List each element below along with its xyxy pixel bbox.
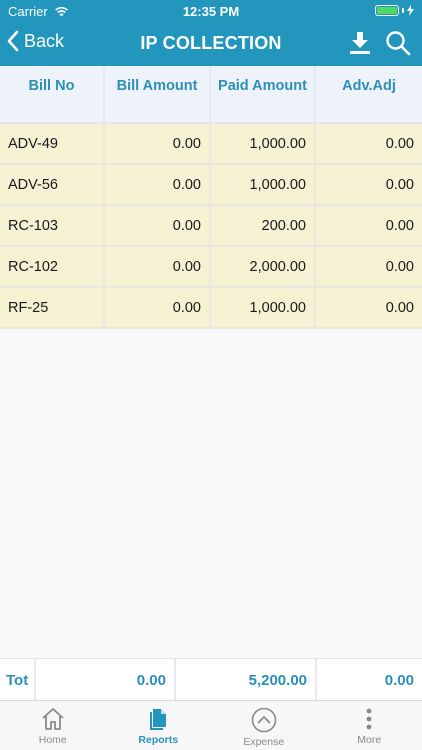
tab-home-label: Home bbox=[38, 734, 67, 746]
collection-table: Bill No Bill Amount Paid Amount Adv.Adj … bbox=[0, 66, 422, 329]
cell-bill-no: RF-25 bbox=[0, 288, 105, 327]
back-button[interactable]: Back bbox=[6, 30, 64, 52]
cell-bill-no: RC-103 bbox=[0, 206, 105, 245]
cell-paid-amount: 2,000.00 bbox=[211, 247, 316, 286]
cell-adv-adj: 0.00 bbox=[385, 135, 414, 152]
cell-adv-adj: 0.00 bbox=[385, 217, 414, 234]
cell-bill-amount: 0.00 bbox=[105, 288, 211, 327]
search-icon bbox=[386, 31, 411, 56]
header-adv-adj: Adv.Adj bbox=[342, 78, 396, 94]
cell-paid-amount: 1,000.00 bbox=[211, 288, 316, 327]
totals-label: Tot bbox=[0, 659, 36, 701]
cell-paid-amount: 1,000.00 bbox=[211, 124, 316, 163]
cell-bill-amount: 0.00 bbox=[105, 165, 211, 204]
header-bill-no: Bill No bbox=[0, 66, 105, 122]
expense-icon bbox=[251, 707, 277, 733]
chevron-left-icon bbox=[7, 30, 19, 52]
cell-bill-no: ADV-49 bbox=[0, 124, 105, 163]
battery-icon bbox=[375, 5, 414, 16]
totals-row: Tot 0.00 5,200.00 0.00 bbox=[0, 658, 422, 701]
cell-paid-amount: 1,000.00 bbox=[211, 165, 316, 204]
tab-bar: Home Reports Expense More bbox=[0, 700, 422, 750]
cell-paid-amount: 200.00 bbox=[211, 206, 316, 245]
cell-bill-amount: 0.00 bbox=[105, 124, 211, 163]
navigation-bar: Back IP COLLECTION bbox=[0, 22, 422, 66]
cell-bill-no: ADV-56 bbox=[0, 165, 105, 204]
tab-expense-label: Expense bbox=[243, 736, 285, 748]
cell-bill-amount: 0.00 bbox=[105, 206, 211, 245]
more-icon bbox=[366, 708, 372, 730]
charging-icon bbox=[407, 5, 414, 16]
total-adv-adj: 0.00 bbox=[317, 659, 422, 701]
tab-more[interactable]: More bbox=[317, 701, 422, 750]
tab-home[interactable]: Home bbox=[0, 701, 106, 750]
status-time: 12:35 PM bbox=[182, 4, 240, 19]
cell-bill-amount: 0.00 bbox=[105, 247, 211, 286]
back-button-label: Back bbox=[24, 30, 65, 51]
cell-adv-adj: 0.00 bbox=[385, 299, 414, 316]
table-row[interactable]: RC-103 0.00 200.00 0.00 bbox=[0, 206, 422, 247]
table-row[interactable]: RC-102 0.00 2,000.00 0.00 bbox=[0, 247, 422, 288]
cell-bill-no: RC-102 bbox=[0, 247, 105, 286]
total-paid-amount: 5,200.00 bbox=[176, 659, 317, 701]
search-button[interactable] bbox=[384, 28, 412, 58]
reports-icon bbox=[150, 709, 167, 730]
tab-reports-label: Reports bbox=[138, 734, 179, 746]
table-row[interactable]: RF-25 0.00 1,000.00 0.00 bbox=[0, 288, 422, 329]
header-paid-amount: Paid Amount bbox=[211, 66, 316, 122]
tab-expense[interactable]: Expense bbox=[211, 701, 317, 750]
status-bar: Carrier 12:35 PM bbox=[0, 0, 422, 22]
table-row[interactable]: ADV-49 0.00 1,000.00 0.00 bbox=[0, 124, 422, 165]
total-bill-amount: 0.00 bbox=[36, 659, 176, 701]
header-bill-amount: Bill Amount bbox=[105, 66, 211, 122]
download-button[interactable] bbox=[346, 28, 374, 58]
cell-adv-adj: 0.00 bbox=[385, 258, 414, 275]
home-icon bbox=[42, 708, 64, 730]
tab-more-label: More bbox=[357, 734, 382, 746]
cell-adv-adj: 0.00 bbox=[385, 176, 414, 193]
table-row[interactable]: ADV-56 0.00 1,000.00 0.00 bbox=[0, 165, 422, 206]
tab-reports[interactable]: Reports bbox=[106, 701, 212, 750]
download-icon bbox=[350, 32, 370, 54]
table-header: Bill No Bill Amount Paid Amount Adv.Adj bbox=[0, 66, 422, 124]
